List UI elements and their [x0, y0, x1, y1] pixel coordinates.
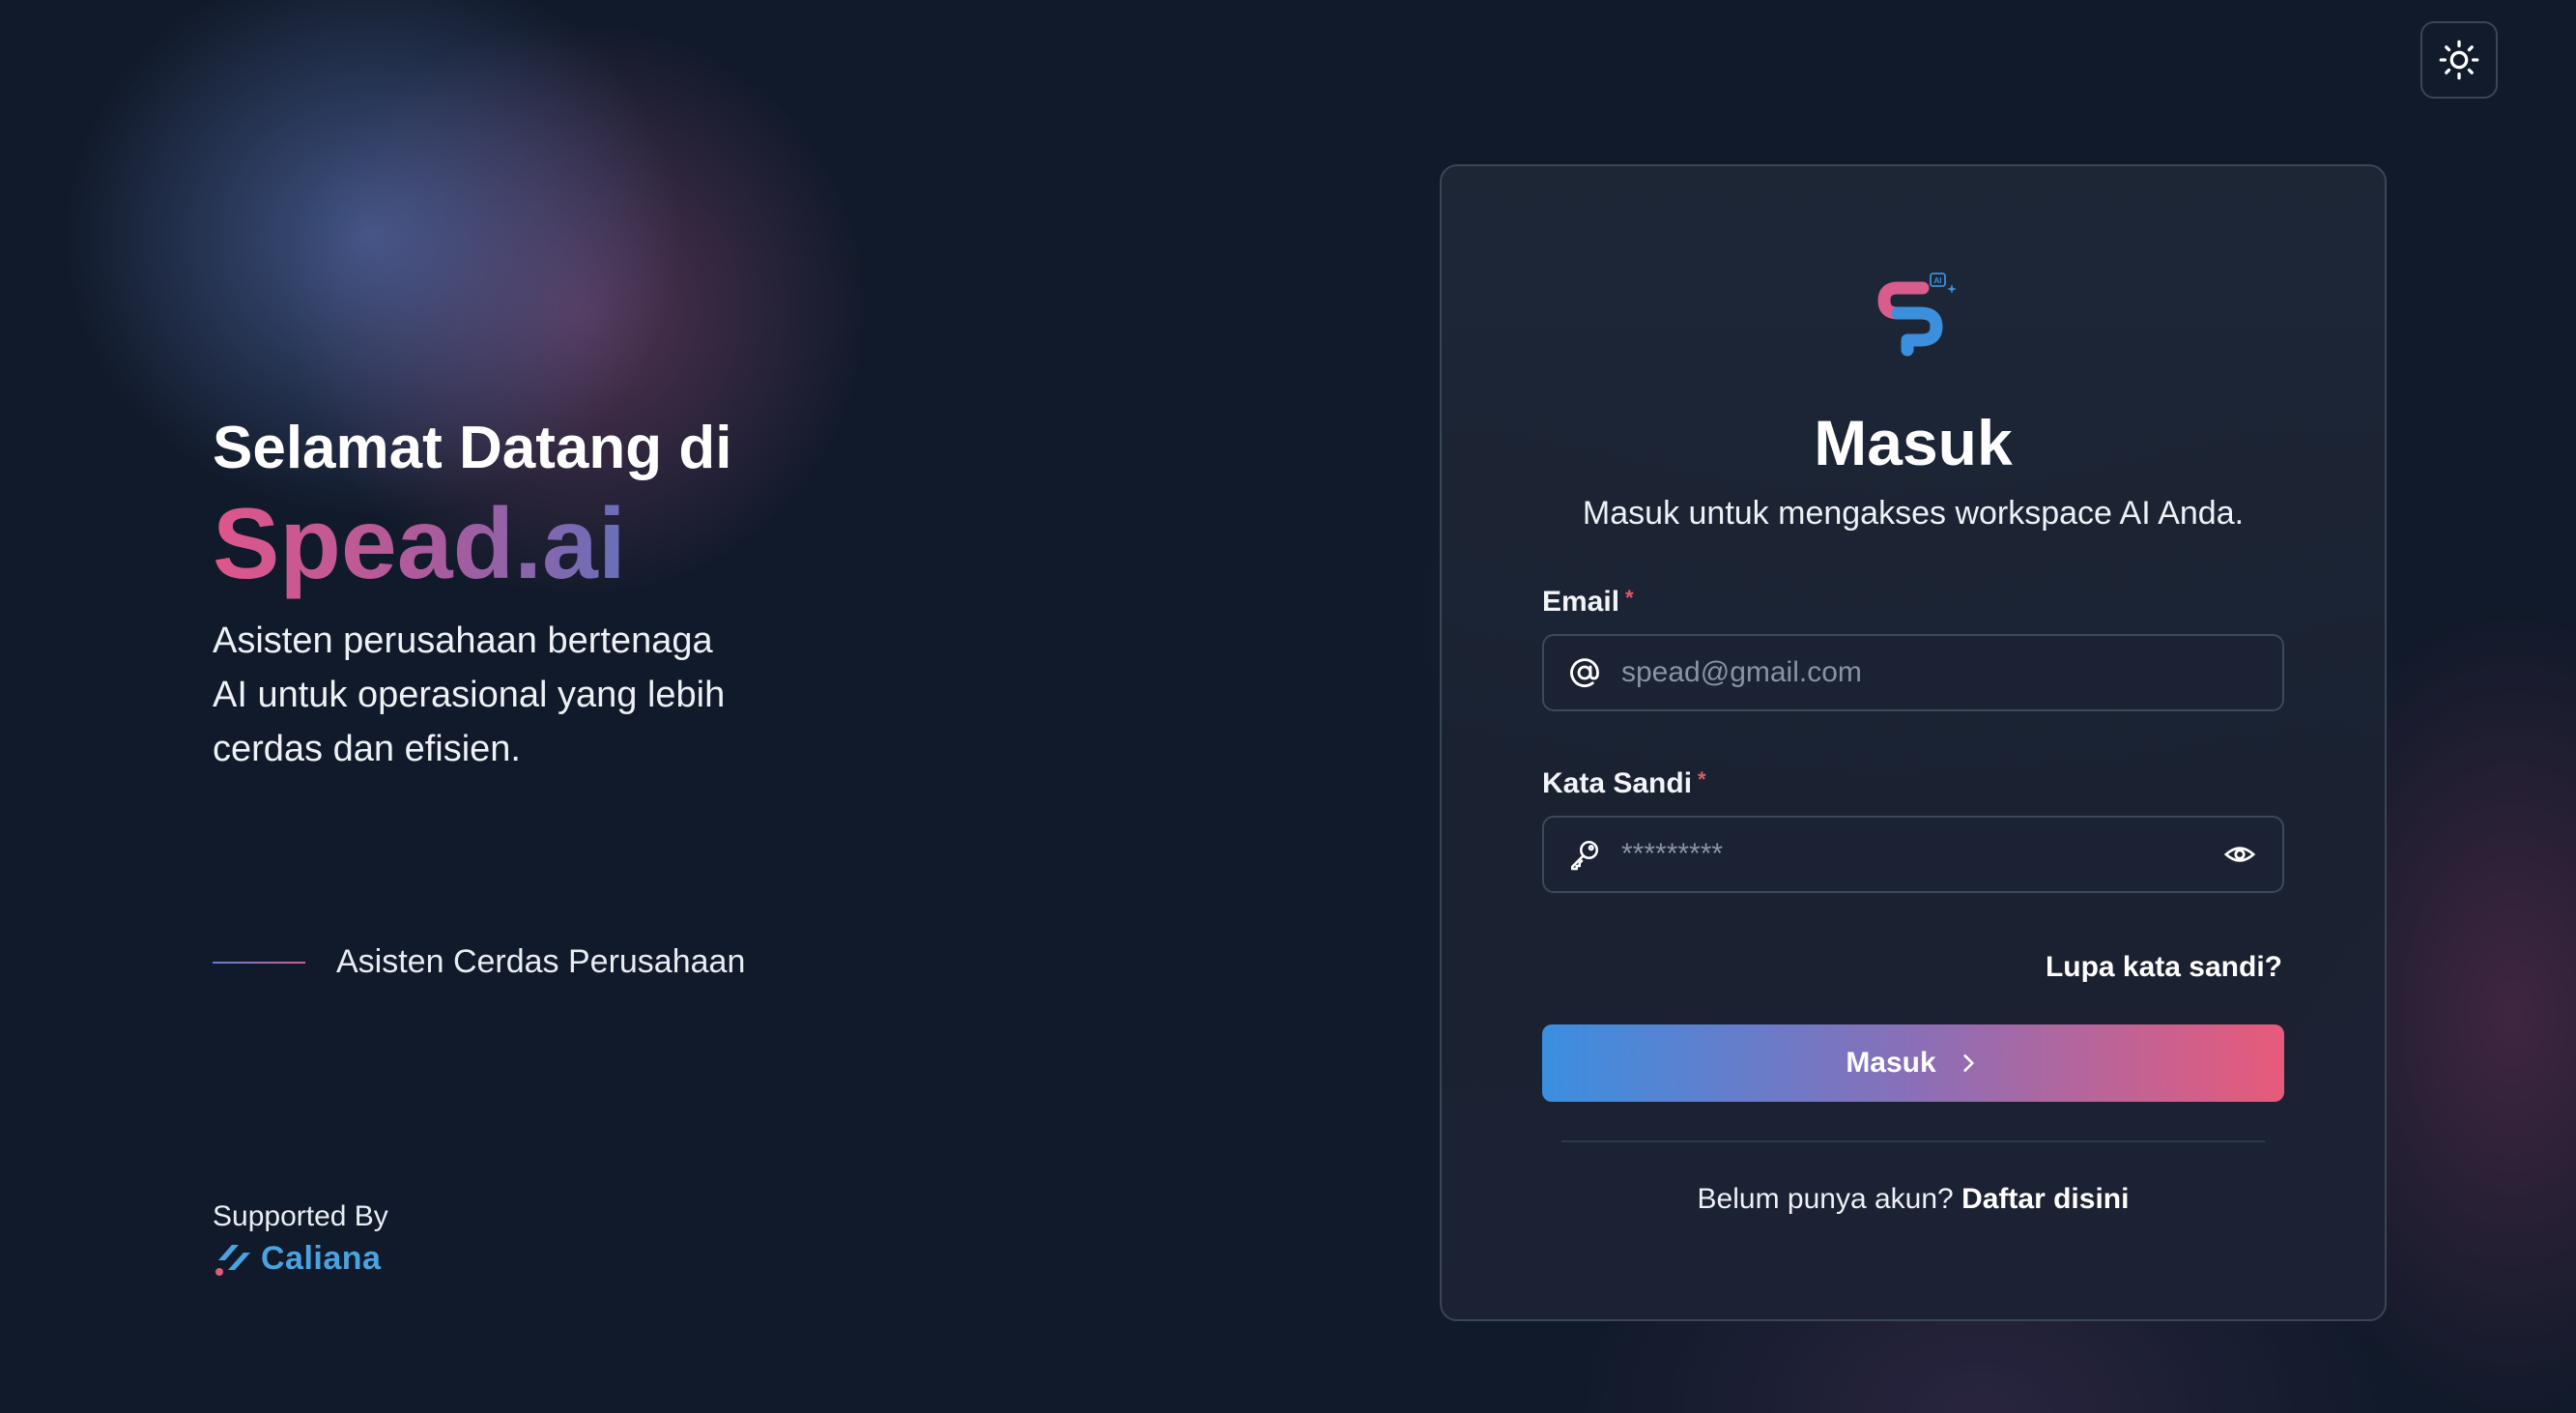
theme-toggle-button[interactable]: [2420, 21, 2498, 99]
password-label-text: Kata Sandi: [1542, 767, 1693, 799]
password-required-mark: *: [1698, 767, 1706, 792]
tagline-text: Asisten Cerdas Perusahaan: [336, 943, 746, 980]
hero-tagline: Asisten Cerdas Perusahaan: [213, 943, 745, 981]
sun-icon: [2439, 40, 2479, 80]
login-title: Masuk: [1814, 407, 2013, 478]
card-divider: [1561, 1140, 2265, 1142]
supported-by: Supported By Caliana: [213, 1200, 388, 1278]
password-label: Kata Sandi *: [1542, 767, 1706, 800]
chevron-right-icon: [1956, 1051, 1981, 1076]
forgot-password-link[interactable]: Lupa kata sandi?: [2046, 951, 2282, 984]
login-submit-label: Masuk: [1846, 1047, 1936, 1079]
at-sign-icon: [1565, 653, 1604, 692]
tagline-divider: [213, 961, 305, 964]
register-prompt: Belum punya akun? Daftar disini: [1442, 1183, 2385, 1216]
caliana-logo: Caliana: [213, 1239, 388, 1278]
caliana-logo-text: Caliana: [261, 1239, 382, 1277]
login-card: AI Masuk Masuk untuk mengakses workspace…: [1440, 164, 2387, 1321]
register-link[interactable]: Daftar disini: [1961, 1183, 2129, 1215]
password-field: [1542, 816, 2284, 893]
hero-heading: Selamat Datang di: [213, 415, 732, 481]
hero-section: Selamat Datang di Spead.ai Asisten perus…: [213, 415, 889, 776]
email-required-mark: *: [1625, 586, 1634, 610]
hero-description: Asisten perusahaan bertenaga AI untuk op…: [213, 620, 726, 769]
register-prompt-text: Belum punya akun?: [1697, 1183, 1954, 1215]
caliana-logo-icon: [215, 1245, 250, 1276]
spead-logo-icon: AI: [1877, 273, 1957, 357]
login-subtitle: Masuk untuk mengakses workspace AI Anda.: [1582, 495, 2245, 532]
spead-logo: AI: [1871, 271, 1960, 364]
email-label-text: Email: [1542, 586, 1620, 618]
eye-icon: [2223, 847, 2256, 862]
email-input[interactable]: [1621, 636, 2282, 709]
toggle-password-visibility-button[interactable]: [2217, 831, 2263, 878]
key-icon: [1565, 835, 1604, 874]
login-submit-button[interactable]: Masuk: [1542, 1024, 2284, 1102]
password-input[interactable]: [1621, 818, 2217, 891]
email-field: [1542, 634, 2284, 711]
email-label: Email *: [1542, 586, 1634, 619]
supported-by-label: Supported By: [213, 1200, 388, 1232]
logo-ai-badge: AI: [1934, 276, 1942, 285]
hero-brand-name: Spead.ai: [213, 489, 889, 600]
